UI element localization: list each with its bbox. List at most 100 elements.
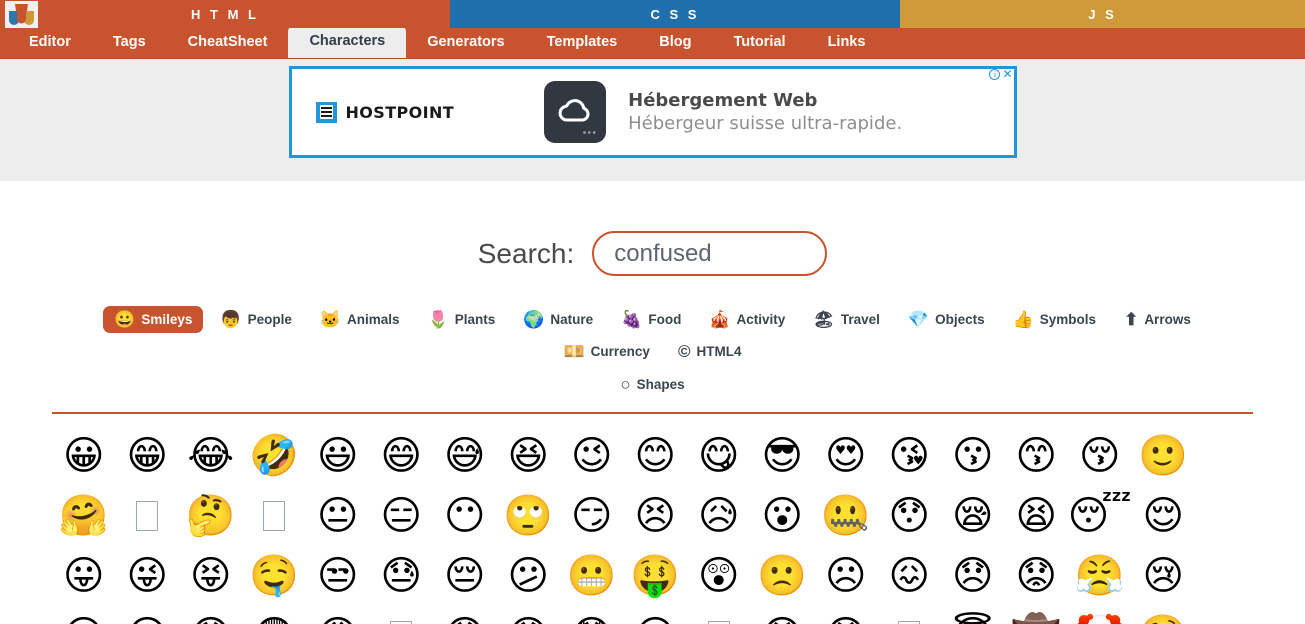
- category-tab-html4[interactable]: © HTML4: [667, 338, 753, 365]
- character-cell[interactable]: 😫: [1005, 486, 1069, 546]
- character-cell[interactable]: 😓: [370, 546, 434, 606]
- character-cell[interactable]: 😴: [1068, 486, 1132, 546]
- character-cell[interactable]: 😀: [52, 426, 116, 486]
- character-cell[interactable]: 😕: [497, 546, 561, 606]
- character-cell[interactable]: 😍: [814, 426, 878, 486]
- nav-item-characters[interactable]: Characters: [288, 25, 407, 58]
- character-cell[interactable]: 😊: [624, 426, 688, 486]
- category-tab-currency[interactable]: 💴 Currency: [553, 338, 661, 365]
- character-cell-missing-glyph[interactable]: [878, 606, 942, 624]
- character-cell[interactable]: 😃: [306, 426, 370, 486]
- character-cell[interactable]: 😅: [433, 426, 497, 486]
- character-cell[interactable]: 😉: [560, 426, 624, 486]
- nav-item-blog[interactable]: Blog: [638, 27, 712, 58]
- character-cell[interactable]: 😨: [243, 606, 307, 624]
- character-cell[interactable]: 😖: [878, 546, 942, 606]
- character-cell[interactable]: 😦: [116, 606, 180, 624]
- character-cell[interactable]: 😱: [497, 606, 561, 624]
- character-cell[interactable]: 😄: [370, 426, 434, 486]
- character-cell[interactable]: 😚: [1068, 426, 1132, 486]
- character-cell-missing-glyph[interactable]: [243, 486, 307, 546]
- character-cell[interactable]: 🤠: [1005, 606, 1069, 624]
- character-cell-missing-glyph[interactable]: [370, 606, 434, 624]
- category-tab-travel[interactable]: 🏖 Travel: [802, 306, 891, 333]
- character-cell[interactable]: 😶: [433, 486, 497, 546]
- character-cell[interactable]: 😵: [624, 606, 688, 624]
- character-cell[interactable]: ☹: [814, 546, 878, 606]
- ad-close-icon[interactable]: ✕: [1002, 68, 1012, 80]
- site-logo-icon[interactable]: [5, 1, 38, 28]
- nav-item-generators[interactable]: Generators: [406, 27, 525, 58]
- character-cell[interactable]: 😥: [687, 486, 751, 546]
- character-cell[interactable]: 😢: [1132, 546, 1196, 606]
- character-cell[interactable]: 😰: [433, 606, 497, 624]
- character-cell[interactable]: 🤤: [243, 546, 307, 606]
- character-cell[interactable]: 😒: [306, 546, 370, 606]
- top-section-html[interactable]: H T M L: [0, 0, 450, 28]
- character-cell[interactable]: 😋: [687, 426, 751, 486]
- character-cell[interactable]: 🤥: [1132, 606, 1196, 624]
- character-cell[interactable]: 😜: [116, 546, 180, 606]
- character-cell[interactable]: 😮: [751, 486, 815, 546]
- character-cell[interactable]: 😙: [1005, 426, 1069, 486]
- character-cell[interactable]: 🤑: [624, 546, 688, 606]
- character-cell[interactable]: 😇: [941, 606, 1005, 624]
- nav-item-editor[interactable]: Editor: [8, 27, 92, 58]
- character-cell[interactable]: 😲: [687, 546, 751, 606]
- nav-item-templates[interactable]: Templates: [526, 27, 639, 58]
- advertisement-banner[interactable]: i ✕ HOSTPOINT ••• Hébergement Web Héberg…: [288, 66, 1017, 158]
- character-cell[interactable]: 😗: [941, 426, 1005, 486]
- nav-item-tutorial[interactable]: Tutorial: [712, 27, 806, 58]
- category-tab-activity[interactable]: 🎪 Activity: [698, 306, 796, 333]
- ad-info-icon[interactable]: i: [989, 69, 1001, 80]
- character-cell-missing-glyph[interactable]: [116, 486, 180, 546]
- character-cell-missing-glyph[interactable]: [687, 606, 751, 624]
- nav-item-links[interactable]: Links: [807, 27, 887, 58]
- character-cell[interactable]: 😂: [179, 426, 243, 486]
- character-cell[interactable]: 😐: [306, 486, 370, 546]
- character-cell[interactable]: 😎: [751, 426, 815, 486]
- character-cell[interactable]: 😩: [306, 606, 370, 624]
- category-tab-symbols[interactable]: 👍 Symbols: [1002, 306, 1107, 333]
- character-cell[interactable]: 😌: [1132, 486, 1196, 546]
- character-cell[interactable]: 🤐: [814, 486, 878, 546]
- character-cell[interactable]: 😁: [116, 426, 180, 486]
- character-cell[interactable]: 🙂: [1132, 426, 1196, 486]
- category-tab-smileys[interactable]: 😀 Smileys: [103, 306, 204, 333]
- character-cell[interactable]: 😯: [878, 486, 942, 546]
- character-cell[interactable]: 😧: [179, 606, 243, 624]
- character-cell[interactable]: 😑: [370, 486, 434, 546]
- character-cell[interactable]: 😞: [941, 546, 1005, 606]
- character-cell[interactable]: 🤣: [243, 426, 307, 486]
- category-tab-food[interactable]: 🍇 Food: [610, 306, 692, 333]
- character-cell[interactable]: 😳: [560, 606, 624, 624]
- character-cell[interactable]: 🙁: [751, 546, 815, 606]
- character-cell[interactable]: 😠: [814, 606, 878, 624]
- character-cell[interactable]: 😆: [497, 426, 561, 486]
- character-cell[interactable]: 😬: [560, 546, 624, 606]
- nav-item-tags[interactable]: Tags: [92, 27, 167, 58]
- character-cell[interactable]: 😝: [179, 546, 243, 606]
- character-cell[interactable]: 😏: [560, 486, 624, 546]
- character-cell[interactable]: 🤡: [1068, 606, 1132, 624]
- character-cell[interactable]: 🤗: [52, 486, 116, 546]
- character-cell[interactable]: 😭: [52, 606, 116, 624]
- character-cell[interactable]: 🙄: [497, 486, 561, 546]
- top-section-css[interactable]: C S S: [450, 0, 900, 28]
- category-tab-plants[interactable]: 🌷 Plants: [417, 306, 507, 333]
- character-cell[interactable]: 😡: [751, 606, 815, 624]
- category-tab-objects[interactable]: 💎 Objects: [897, 306, 996, 333]
- nav-item-cheatsheet[interactable]: CheatSheet: [167, 27, 289, 58]
- character-cell[interactable]: 😣: [624, 486, 688, 546]
- search-input[interactable]: [592, 231, 828, 276]
- character-cell[interactable]: 😘: [878, 426, 942, 486]
- character-cell[interactable]: 😛: [52, 546, 116, 606]
- category-tab-arrows[interactable]: ⬆ Arrows: [1113, 306, 1202, 333]
- top-section-js[interactable]: J S: [900, 0, 1305, 28]
- category-tab-people[interactable]: 👦 People: [209, 306, 302, 333]
- character-cell[interactable]: 😔: [433, 546, 497, 606]
- category-tab-animals[interactable]: 🐱 Animals: [309, 306, 411, 333]
- character-cell[interactable]: 😤: [1068, 546, 1132, 606]
- character-cell[interactable]: 🤔: [179, 486, 243, 546]
- character-cell[interactable]: 😟: [1005, 546, 1069, 606]
